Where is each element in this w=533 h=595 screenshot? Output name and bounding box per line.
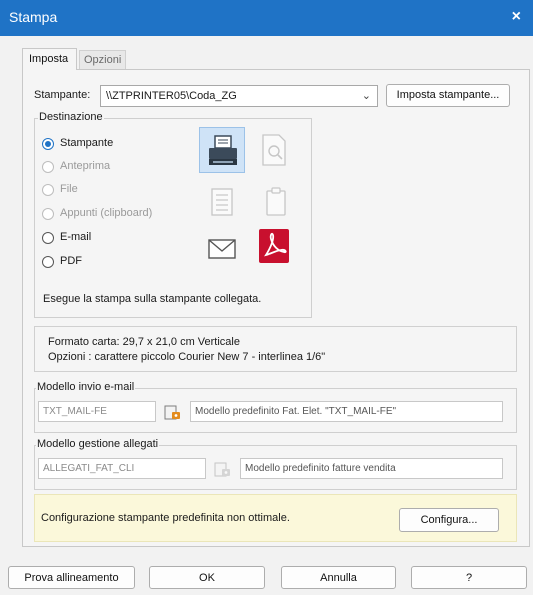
printer-select[interactable]: \\ZTPRINTER05\Coda_ZG ⌄ — [100, 85, 378, 107]
email-template-code-field[interactable]: TXT_MAIL-FE — [38, 401, 156, 422]
template-lookup-icon[interactable] — [162, 402, 182, 422]
attachments-lookup-icon[interactable] — [212, 459, 232, 479]
radio-file-label: File — [60, 183, 78, 195]
config-warning-box: Configurazione stampante predefinita non… — [34, 494, 517, 542]
destination-caption: Destinazione — [38, 111, 104, 123]
printer-label: Stampante: — [34, 89, 91, 101]
radio-anteprima[interactable] — [42, 161, 54, 173]
printer-setup-button[interactable]: Imposta stampante... — [386, 84, 510, 107]
email-template-description: Modello predefinito Fat. Elet. "TXT_MAIL… — [195, 406, 397, 417]
radio-stampante[interactable] — [42, 138, 54, 150]
config-warning-text: Configurazione stampante predefinita non… — [41, 512, 290, 524]
email-template-caption: Modello invio e-mail — [36, 381, 136, 393]
title-bar: Stampa × — [0, 0, 533, 36]
paper-format-text: Formato carta: 29,7 x 21,0 cm Verticale — [48, 336, 240, 348]
pdf-icon[interactable] — [259, 229, 289, 263]
printer-select-value: \\ZTPRINTER05\Coda_ZG — [106, 90, 237, 102]
configure-button[interactable]: Configura... — [399, 508, 499, 532]
printer-icon[interactable] — [199, 127, 245, 173]
attachments-template-code: ALLEGATI_FAT_CLI — [43, 463, 135, 474]
tab-opzioni[interactable]: Opzioni — [79, 50, 126, 70]
radio-stampante-label: Stampante — [60, 137, 114, 149]
email-icon[interactable] — [205, 236, 239, 262]
close-icon[interactable]: × — [512, 8, 521, 26]
radio-appunti[interactable] — [42, 208, 54, 220]
radio-pdf[interactable] — [42, 256, 54, 268]
preview-icon[interactable] — [257, 131, 291, 169]
ok-button[interactable]: OK — [149, 566, 265, 589]
attachments-template-code-field[interactable]: ALLEGATI_FAT_CLI — [38, 458, 206, 479]
window-title: Stampa — [9, 9, 58, 25]
radio-file[interactable] — [42, 184, 54, 196]
help-button[interactable]: ? — [411, 566, 527, 589]
align-test-button[interactable]: Prova allineamento — [8, 566, 135, 589]
attachments-template-description: Modello predefinito fatture vendita — [245, 463, 396, 474]
tab-imposta[interactable]: Imposta — [22, 48, 77, 70]
email-template-description-field[interactable]: Modello predefinito Fat. Elet. "TXT_MAIL… — [190, 401, 503, 422]
print-info-box: Formato carta: 29,7 x 21,0 cm Verticale … — [34, 326, 517, 372]
radio-email-label: E-mail — [60, 231, 92, 243]
chevron-down-icon[interactable]: ⌄ — [362, 89, 371, 102]
print-options-text: Opzioni : carattere piccolo Courier New … — [48, 351, 326, 363]
clipboard-icon[interactable] — [263, 185, 289, 219]
attachments-template-description-field[interactable]: Modello predefinito fatture vendita — [240, 458, 503, 479]
email-template-code: TXT_MAIL-FE — [43, 406, 107, 417]
radio-email[interactable] — [42, 232, 54, 244]
radio-pdf-label: PDF — [60, 255, 82, 267]
radio-anteprima-label: Anteprima — [60, 160, 111, 172]
file-icon[interactable] — [207, 185, 237, 219]
attachments-template-caption: Modello gestione allegati — [36, 438, 160, 450]
cancel-button[interactable]: Annulla — [281, 566, 396, 589]
radio-appunti-label: Appunti (clipboard) — [60, 207, 153, 219]
destination-description: Esegue la stampa sulla stampante collega… — [43, 293, 262, 305]
